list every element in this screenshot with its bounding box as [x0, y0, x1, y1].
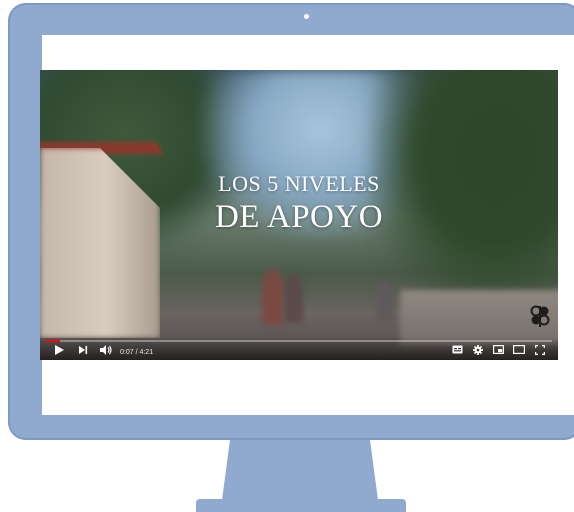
- webcam-dot: [304, 14, 309, 19]
- video-title-overlay: LOS 5 NIVELES DE APOYO: [40, 170, 558, 236]
- theater-icon[interactable]: [513, 345, 525, 354]
- next-icon[interactable]: [78, 345, 88, 355]
- video-title-line-1: LOS 5 NIVELES: [218, 171, 380, 196]
- video-frame-figure: [376, 282, 394, 324]
- video-frame-figure: [262, 270, 284, 325]
- subtitles-icon[interactable]: [452, 345, 463, 354]
- progress-bar[interactable]: [46, 340, 552, 342]
- volume-icon[interactable]: [100, 345, 113, 355]
- time-display: 0:07 / 4:21: [120, 349, 154, 356]
- video-frame-figure: [285, 275, 303, 323]
- video-player[interactable]: LOS 5 NIVELES DE APOYO 0:07 / 4:21: [40, 70, 558, 360]
- miniplayer-icon[interactable]: [493, 345, 504, 354]
- settings-icon[interactable]: [473, 345, 483, 355]
- fullscreen-icon[interactable]: [535, 345, 545, 355]
- progress-fill: [46, 340, 60, 342]
- channel-logo-icon: [530, 304, 550, 328]
- monitor-stand-base: [196, 499, 406, 512]
- monitor-stand-neck: [222, 440, 378, 500]
- video-title-line-2: DE APOYO: [214, 199, 384, 235]
- video-controls-bar: 0:07 / 4:21: [40, 336, 558, 360]
- play-icon[interactable]: [54, 345, 64, 355]
